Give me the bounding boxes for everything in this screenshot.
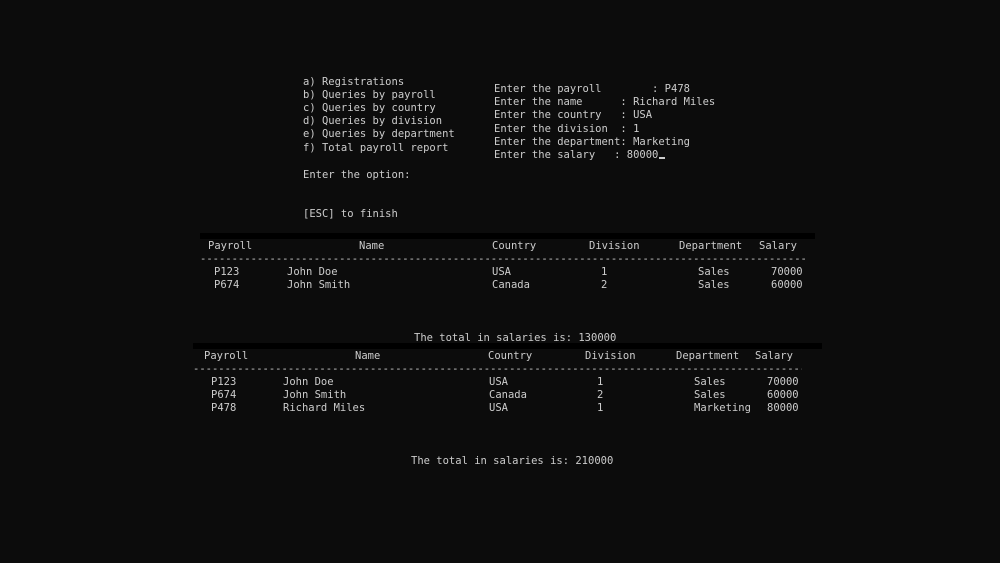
cell-department: Sales bbox=[698, 266, 730, 278]
col-header-name: Name bbox=[359, 240, 385, 252]
cell-name: John Smith bbox=[283, 389, 347, 401]
table1-top-bar bbox=[200, 233, 815, 239]
cell-department: Marketing bbox=[694, 402, 751, 414]
form-salary-text: Enter the salary : 80000 bbox=[494, 149, 659, 161]
cell-name: John Smith bbox=[287, 279, 351, 291]
cell-country: Canada bbox=[492, 279, 530, 291]
cell-department: Sales bbox=[694, 376, 726, 388]
cell-salary: 60000 bbox=[771, 279, 803, 291]
col-header-division: Division bbox=[585, 350, 636, 362]
form-name-line: Enter the name : Richard Miles bbox=[494, 96, 716, 108]
cell-division: 2 bbox=[601, 279, 608, 291]
table-row: P674 John Smith Canada 2 Sales 60000 bbox=[0, 279, 1000, 292]
form-department-line: Enter the department: Marketing bbox=[494, 136, 690, 148]
table-row: P478 Richard Miles USA 1 Marketing 80000 bbox=[0, 402, 1000, 415]
table1-header: Payroll Name Country Division Department… bbox=[0, 240, 1000, 253]
col-header-salary: Salary bbox=[759, 240, 797, 252]
table2-separator: ----------------------------------------… bbox=[193, 363, 802, 375]
cell-salary: 60000 bbox=[767, 389, 799, 401]
cell-division: 2 bbox=[597, 389, 604, 401]
option-prompt: Enter the option: bbox=[303, 169, 411, 181]
menu-item-queries-department[interactable]: e) Queries by department bbox=[303, 128, 455, 141]
table-row: P123 John Doe USA 1 Sales 70000 bbox=[0, 266, 1000, 279]
cell-salary: 80000 bbox=[767, 402, 799, 414]
text-cursor bbox=[659, 157, 666, 159]
col-header-department: Department bbox=[676, 350, 740, 362]
table1-separator: ----------------------------------------… bbox=[200, 253, 806, 265]
col-header-division: Division bbox=[589, 240, 640, 252]
cell-country: USA bbox=[489, 376, 508, 388]
table2-header: Payroll Name Country Division Department… bbox=[0, 350, 1000, 363]
cell-division: 1 bbox=[597, 402, 604, 414]
col-header-salary: Salary bbox=[755, 350, 793, 362]
form-country-line: Enter the country : USA bbox=[494, 109, 653, 121]
cell-payroll: P674 bbox=[214, 279, 240, 291]
col-header-payroll: Payroll bbox=[208, 240, 253, 252]
form-division-line: Enter the division : 1 bbox=[494, 123, 640, 135]
col-header-country: Country bbox=[492, 240, 537, 252]
col-header-name: Name bbox=[355, 350, 381, 362]
menu-item-registrations[interactable]: a) Registrations bbox=[303, 76, 404, 89]
cell-salary: 70000 bbox=[767, 376, 799, 388]
cell-payroll: P123 bbox=[211, 376, 237, 388]
cell-country: USA bbox=[489, 402, 508, 414]
exit-hint: [ESC] to finish bbox=[303, 208, 398, 220]
menu-item-queries-division[interactable]: d) Queries by division bbox=[303, 115, 442, 128]
cell-country: Canada bbox=[489, 389, 527, 401]
col-header-payroll: Payroll bbox=[204, 350, 249, 362]
cell-division: 1 bbox=[601, 266, 608, 278]
cell-payroll: P123 bbox=[214, 266, 240, 278]
cell-payroll: P478 bbox=[211, 402, 237, 414]
table2-top-bar bbox=[193, 343, 822, 349]
cell-name: Richard Miles bbox=[283, 402, 366, 414]
form-salary-line[interactable]: Enter the salary : 80000 bbox=[494, 149, 666, 162]
table-row: P674 John Smith Canada 2 Sales 60000 bbox=[0, 389, 1000, 402]
cell-department: Sales bbox=[694, 389, 726, 401]
table-row: P123 John Doe USA 1 Sales 70000 bbox=[0, 376, 1000, 389]
cell-country: USA bbox=[492, 266, 511, 278]
cell-salary: 70000 bbox=[771, 266, 803, 278]
menu-item-queries-payroll[interactable]: b) Queries by payroll bbox=[303, 89, 436, 102]
col-header-country: Country bbox=[488, 350, 533, 362]
cell-name: John Doe bbox=[283, 376, 334, 388]
menu-item-queries-country[interactable]: c) Queries by country bbox=[303, 102, 436, 115]
col-header-department: Department bbox=[679, 240, 743, 252]
cell-name: John Doe bbox=[287, 266, 338, 278]
cell-payroll: P674 bbox=[211, 389, 237, 401]
menu-item-total-payroll[interactable]: f) Total payroll report bbox=[303, 142, 448, 155]
form-payroll-line: Enter the payroll : P478 bbox=[494, 83, 690, 95]
cell-department: Sales bbox=[698, 279, 730, 291]
cell-division: 1 bbox=[597, 376, 604, 388]
table2-total: The total in salaries is: 210000 bbox=[411, 455, 614, 467]
